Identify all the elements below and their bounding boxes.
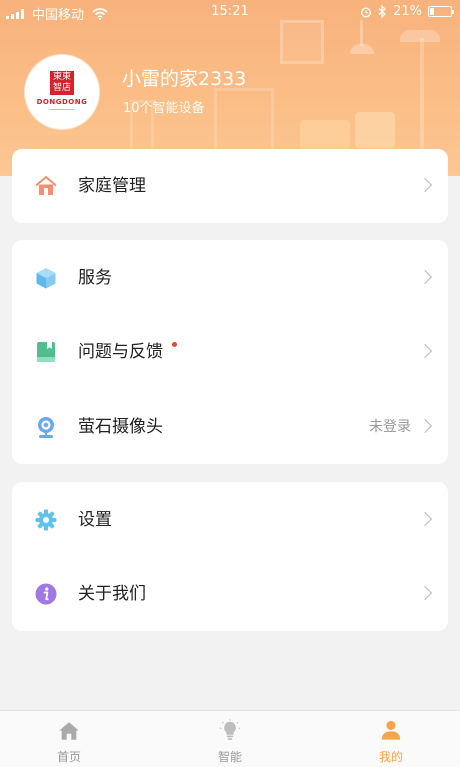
- menu-item-label: 关于我们: [78, 584, 146, 604]
- chevron-right-icon: [417, 585, 433, 601]
- camera-icon: [38, 417, 54, 438]
- chevron-right-icon: [417, 418, 433, 434]
- tab-label: 首页: [56, 750, 81, 764]
- menu-item-label: 设置: [78, 510, 112, 530]
- status-bar: 中国移动 15:21 21%: [0, 0, 460, 24]
- chevron-right-icon: [417, 269, 433, 285]
- lightbulb-icon: [219, 719, 241, 740]
- bottom-tab-bar: 首页 智能 我的: [0, 710, 460, 767]
- tab-home[interactable]: 首页: [19, 711, 119, 767]
- menu-item-label: 萤石摄像头: [78, 417, 163, 437]
- menu-item-about-us[interactable]: 关于我们: [12, 564, 448, 624]
- menu-item-ezviz-camera[interactable]: 萤石摄像头 未登录: [12, 397, 448, 457]
- menu-item-label: 家庭管理: [78, 176, 146, 196]
- avatar[interactable]: 東東 智店 DONGDONG ―――――: [25, 55, 99, 129]
- brand-logo-badge: 東東 智店: [50, 71, 74, 95]
- settings-group-card: 设置 关于我们: [12, 482, 448, 631]
- tab-smart[interactable]: 智能: [180, 711, 280, 767]
- menu-item-label: 服务: [78, 268, 112, 288]
- brand-logo-text: DONGDONG: [36, 98, 88, 106]
- home-icon: [59, 722, 79, 740]
- tab-label: 智能: [217, 750, 242, 764]
- menu-item-feedback[interactable]: 问题与反馈: [12, 322, 448, 382]
- person-icon: [381, 720, 401, 740]
- bluetooth-icon: [378, 5, 387, 18]
- brand-logo-subtext: ―――――: [49, 107, 75, 113]
- chevron-right-icon: [417, 343, 433, 359]
- home-name[interactable]: 小雷的家2333: [122, 64, 246, 91]
- menu-item-settings[interactable]: 设置: [12, 490, 448, 550]
- battery-percent: 21%: [393, 4, 422, 19]
- chevron-right-icon: [417, 177, 433, 193]
- tab-mine[interactable]: 我的: [341, 711, 441, 767]
- menu-item-label: 问题与反馈: [78, 342, 163, 362]
- menu-item-services[interactable]: 服务: [12, 248, 448, 308]
- battery-icon: [428, 6, 454, 17]
- gear-icon: [35, 509, 57, 531]
- chevron-right-icon: [417, 511, 433, 527]
- notification-dot: [172, 342, 177, 347]
- book-icon: [37, 342, 55, 362]
- login-status: 未登录: [369, 419, 411, 435]
- house-icon: [35, 176, 57, 195]
- menu-item-family-management[interactable]: 家庭管理: [12, 156, 448, 216]
- cube-icon: [36, 268, 56, 289]
- device-count: 10个智能设备: [123, 101, 205, 116]
- family-group-card: 家庭管理: [12, 149, 448, 223]
- info-icon: [35, 583, 57, 605]
- services-group-card: 服务 问题与反馈 萤石摄像头 未登录: [12, 240, 448, 464]
- tab-label: 我的: [378, 750, 403, 764]
- alarm-icon: [361, 6, 372, 18]
